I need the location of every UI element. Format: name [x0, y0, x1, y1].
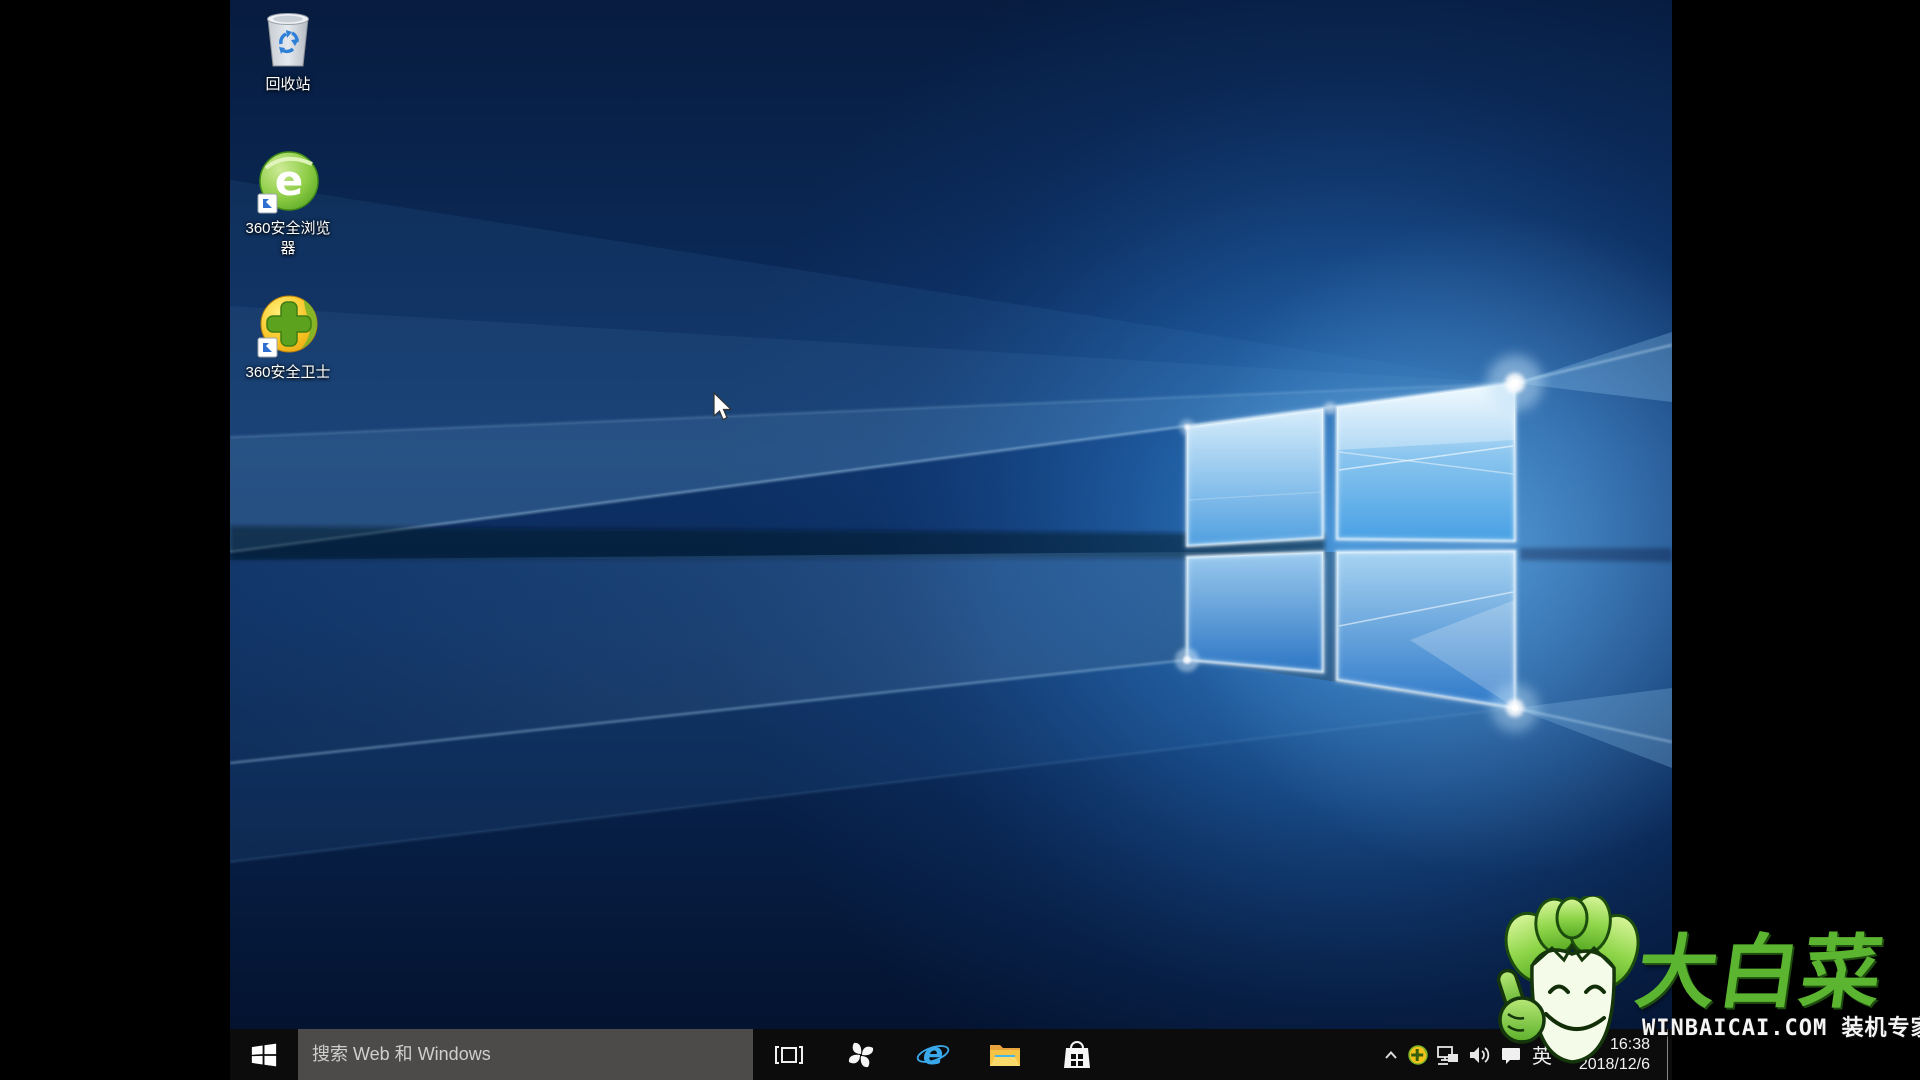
taskbar-apps: e	[753, 1029, 1113, 1080]
360-guard-tray-icon	[1408, 1045, 1428, 1065]
windows-store-icon	[1061, 1039, 1093, 1071]
svg-text:e: e	[275, 156, 304, 205]
shortcut-arrow-badge	[258, 194, 277, 213]
taskbar-clock[interactable]: 16:38 2018/12/6	[1558, 1029, 1650, 1080]
desktop-icon-360-browser[interactable]: e 360安全浏览器	[240, 150, 336, 258]
pinwheel-browser-icon	[845, 1039, 877, 1071]
pinwheel-browser-button[interactable]	[825, 1029, 897, 1080]
desktop-icon-label: 360安全浏览器	[240, 219, 336, 258]
show-desktop-button[interactable]	[1667, 1029, 1672, 1080]
volume-tray-button[interactable]	[1464, 1029, 1496, 1080]
desktop-icon-label: 360安全卫士	[240, 363, 336, 383]
recycle-bin-icon	[259, 6, 317, 72]
desktop-icon-recycle-bin[interactable]: 回收站	[240, 6, 336, 95]
windows-logo-icon	[250, 1041, 278, 1069]
screen: { "desktop": { "icons": [ {"id": "recycl…	[0, 0, 1920, 1080]
windows-store-button[interactable]	[1041, 1029, 1113, 1080]
svg-text:e: e	[923, 1037, 943, 1072]
desktop-icon-label: 回收站	[240, 75, 336, 95]
file-explorer-icon	[988, 1040, 1022, 1070]
chevron-up-icon	[1382, 1046, 1400, 1064]
shortcut-arrow-badge	[258, 338, 277, 357]
taskbar: e	[230, 1029, 1672, 1080]
clock-date: 2018/12/6	[1579, 1055, 1650, 1075]
show-hidden-icons-button[interactable]	[1378, 1029, 1404, 1080]
watermark-tagline: 装机专家	[1841, 1016, 1920, 1041]
clock-time: 16:38	[1610, 1035, 1650, 1055]
taskbar-search-input[interactable]	[298, 1029, 753, 1080]
system-tray: 英 16:38 2018/12/6	[1378, 1029, 1650, 1080]
desktop-icon-360-guard[interactable]: 360安全卫士	[240, 294, 336, 383]
network-icon	[1436, 1044, 1460, 1066]
360-guard-tray-button[interactable]	[1404, 1029, 1432, 1080]
internet-explorer-button[interactable]: e	[897, 1029, 969, 1080]
360-guard-icon	[256, 294, 320, 360]
360-browser-icon: e	[256, 150, 320, 216]
start-button[interactable]	[230, 1029, 298, 1080]
windows-hero-wallpaper	[230, 0, 1672, 1080]
watermark-site-text: WINBAICAI.COM 装机专家	[1642, 1010, 1920, 1042]
ime-language-indicator[interactable]: 英	[1526, 1029, 1558, 1080]
desktop: 回收站 e 360安全浏览器	[230, 0, 1672, 1080]
network-tray-button[interactable]	[1432, 1029, 1464, 1080]
task-view-icon	[773, 1039, 805, 1071]
action-center-button[interactable]	[1496, 1029, 1526, 1080]
file-explorer-button[interactable]	[969, 1029, 1041, 1080]
action-center-icon	[1500, 1044, 1522, 1066]
volume-icon	[1468, 1044, 1492, 1066]
internet-explorer-icon: e	[915, 1037, 951, 1073]
mouse-cursor	[713, 392, 733, 422]
task-view-button[interactable]	[753, 1029, 825, 1080]
